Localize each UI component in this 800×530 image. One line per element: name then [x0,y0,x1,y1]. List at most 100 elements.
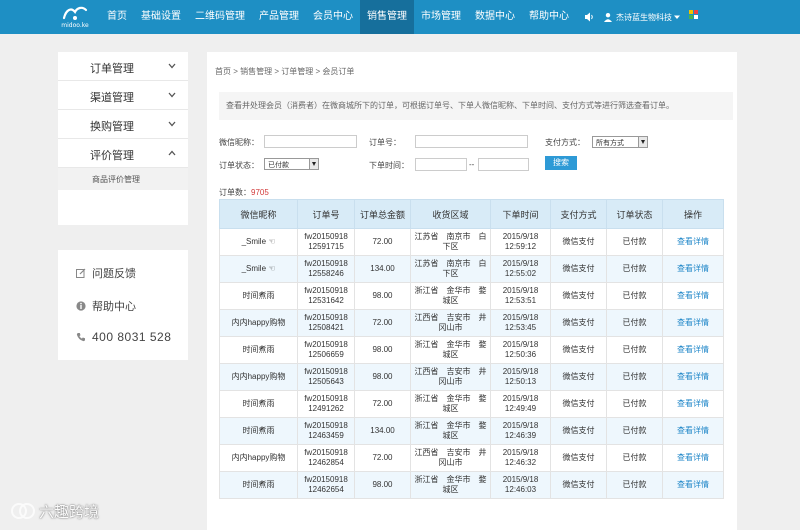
column-header-order-time: 下单时间 [490,199,551,229]
table-row: 时间煮雨 fw20150918 12506659 98.00 浙江省 金华市 婺城区 20… [219,336,724,364]
table-row: 时间煮雨 fw20150918 12531642 98.00 浙江省 金华市 婺城区 20… [219,282,724,310]
dropdown-arrow-icon [309,159,318,169]
chevron-up-icon [168,150,176,156]
nav-members[interactable]: 会员中心 [306,0,360,34]
cell-payment: 微信支付 [550,390,607,418]
sidebar-subitem-label: 商品评价管理 [92,175,140,184]
table-header-row: 微信昵称 订单号 订单总金额 收货区域 下单时间 支付方式 订单状态 操作 [219,199,724,229]
dropdown-arrow-icon [638,137,647,147]
cell-order-no: fw20150918 12462854 [297,444,355,472]
table-row: _Smile ☜ fw20150918 12558246 134.00 江苏省 南京市 … [219,255,724,283]
help-center-link[interactable]: 帮助中心 [76,298,136,314]
sidebar-item-label: 订单管理 [90,63,134,75]
cell-status: 已付款 [606,390,663,418]
table-row: 内内happy购物 fw20150918 12508421 72.00 江西省 吉安市 … [219,309,724,337]
orders-table: 微信昵称 订单号 订单总金额 收货区域 下单时间 支付方式 订单状态 操作 _Smile ☜ f… [219,199,724,499]
table-row: _Smile ☜ fw20150918 12591715 72.00 江苏省 南京市 白… [219,228,724,256]
nav-qrcode[interactable]: 二维码管理 [188,0,252,34]
cell-status: 已付款 [606,228,663,256]
search-button[interactable]: 搜索 [545,156,577,170]
view-details-link[interactable]: 查看详情 [662,471,724,499]
nav-basic-settings[interactable]: 基础设置 [134,0,188,34]
help-panel: 问题反馈 帮助中心 400 8031 528 [58,250,188,360]
cell-region: 浙江省 金华市 婺城区 [410,282,491,310]
cell-status: 已付款 [606,255,663,283]
column-header-amount: 订单总金额 [354,199,411,229]
status-select-value: 已付款 [268,162,289,169]
view-details-link[interactable]: 查看详情 [662,255,724,283]
cell-region: 江苏省 南京市 白下区 [410,228,491,256]
chevron-down-icon [168,63,176,69]
cell-order-time: 2015/9/18 12:53:45 [490,309,551,337]
cell-amount: 72.00 [354,444,411,472]
sidebar-item-reviews[interactable]: 评价管理 [58,139,188,168]
watermark-text: 六趣跨境 [39,503,100,521]
order-no-input[interactable] [415,135,528,148]
cell-order-time: 2015/9/18 12:46:03 [490,471,551,499]
sidebar-subitem-product-reviews[interactable]: 商品评价管理 [58,168,188,190]
cell-amount: 72.00 [354,390,411,418]
cell-nickname: 时间煮雨 [219,282,298,310]
start-time-input[interactable] [415,158,467,171]
nav-home[interactable]: 首页 [100,0,134,34]
caret-down-icon[interactable] [674,14,680,20]
nav-products[interactable]: 产品管理 [252,0,306,34]
sidebar-item-exchange[interactable]: 换购管理 [58,110,188,139]
nav-market[interactable]: 市场管理 [414,0,468,34]
view-details-link[interactable]: 查看详情 [662,282,724,310]
view-details-link[interactable]: 查看详情 [662,363,724,391]
cell-region: 浙江省 金华市 婺城区 [410,471,491,499]
cell-order-no: fw20150918 12508421 [297,309,355,337]
cell-payment: 微信支付 [550,471,607,499]
table-row: 时间煮雨 fw20150918 12462654 98.00 浙江省 金华市 婺城区 20… [219,471,724,499]
cell-region: 江苏省 南京市 白下区 [410,255,491,283]
user-name[interactable]: 杰诗蓝生物科技 [616,12,672,23]
cell-amount: 98.00 [354,471,411,499]
status-select[interactable]: 已付款 [264,158,319,170]
top-bar: midoo.ke 首页 基础设置 二维码管理 产品管理 会员中心 销售管理 市场… [0,0,800,34]
view-details-link[interactable]: 查看详情 [662,309,724,337]
cell-nickname: 内内happy购物 [219,363,298,391]
nav-sales[interactable]: 销售管理 [360,0,414,34]
order-no-label: 订单号： [369,138,401,147]
cell-nickname: _Smile ☜ [219,228,298,256]
logo[interactable]: midoo.ke [58,4,92,30]
chevron-down-icon [168,92,176,98]
color-blocks-icon[interactable] [689,10,699,22]
feedback-link[interactable]: 问题反馈 [76,265,136,281]
cell-nickname: _Smile ☜ [219,255,298,283]
view-details-link[interactable]: 查看详情 [662,444,724,472]
main-nav: 首页 基础设置 二维码管理 产品管理 会员中心 销售管理 市场管理 数据中心 帮… [100,0,576,34]
cell-status: 已付款 [606,282,663,310]
sidebar-item-channels[interactable]: 渠道管理 [58,81,188,110]
watermark-logo-icon [11,503,35,519]
view-details-link[interactable]: 查看详情 [662,417,724,445]
payment-select[interactable]: 所有方式 [592,136,648,148]
time-label: 下单时间： [369,161,409,170]
cell-region: 浙江省 金华市 婺城区 [410,417,491,445]
end-time-input[interactable] [478,158,529,171]
info-icon [76,301,86,311]
cell-nickname: 内内happy购物 [219,309,298,337]
nickname-input[interactable] [264,135,357,148]
cell-amount: 98.00 [354,336,411,364]
view-details-link[interactable]: 查看详情 [662,336,724,364]
nav-data[interactable]: 数据中心 [468,0,522,34]
view-details-link[interactable]: 查看详情 [662,390,724,418]
cell-status: 已付款 [606,471,663,499]
status-label: 订单状态： [219,161,259,170]
logo-icon [62,6,88,20]
speaker-icon[interactable] [583,11,595,23]
view-details-link[interactable]: 查看详情 [662,228,724,256]
sidebar-item-label: 渠道管理 [90,92,134,104]
sidebar-item-orders[interactable]: 订单管理 [58,52,188,81]
logo-text: midoo.ke [61,22,89,29]
cell-order-time: 2015/9/18 12:59:12 [490,228,551,256]
payment-select-value: 所有方式 [596,140,624,147]
nav-help[interactable]: 帮助中心 [522,0,576,34]
sidebar-item-label: 换购管理 [90,121,134,133]
cell-payment: 微信支付 [550,336,607,364]
cell-payment: 微信支付 [550,444,607,472]
cell-order-time: 2015/9/18 12:53:51 [490,282,551,310]
column-header-nickname: 微信昵称 [219,199,298,229]
